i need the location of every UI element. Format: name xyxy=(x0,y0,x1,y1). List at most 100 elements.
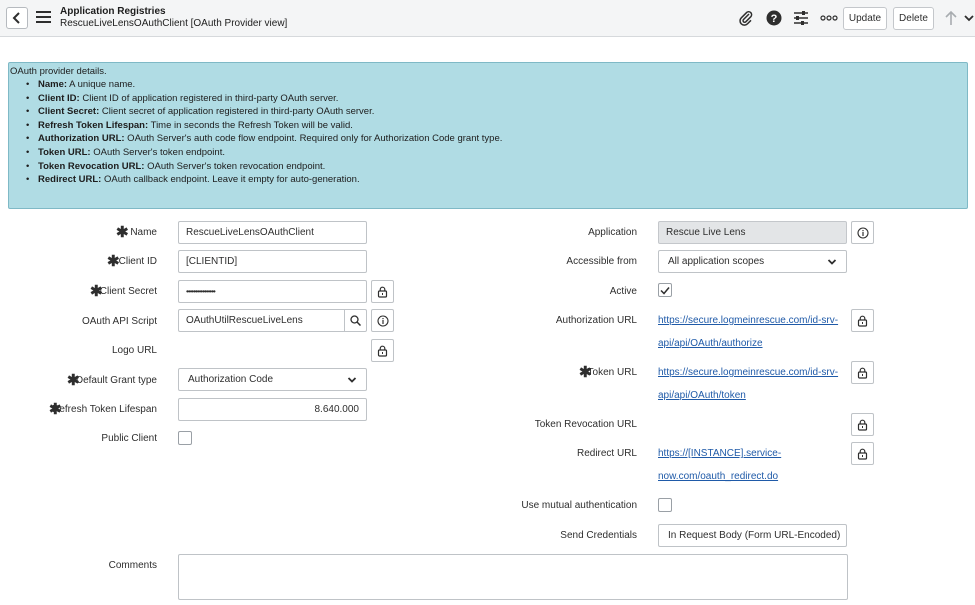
info-term: Token URL: xyxy=(38,146,91,158)
list-item: Refresh Token Lifespan: Time in seconds … xyxy=(25,119,967,133)
public-client-label: Public Client xyxy=(101,433,157,444)
chevron-down-icon xyxy=(347,376,357,383)
info-desc: OAuth callback endpoint. Leave it empty … xyxy=(101,174,360,186)
lock-icon xyxy=(377,345,388,357)
logo-url-label: Logo URL xyxy=(111,345,157,356)
lock-icon xyxy=(857,419,868,431)
info-list: Name: A unique name. Client ID: Client I… xyxy=(9,78,967,187)
form-header: Application Registries RescueLiveLensOAu… xyxy=(0,0,975,37)
public-client-checkbox[interactable] xyxy=(178,431,192,445)
refresh-token-lifespan-label: Refresh Token Lifespan xyxy=(52,404,157,415)
page-subtitle: RescueLiveLensOAuthClient [OAuth Provide… xyxy=(60,18,288,29)
chevron-left-icon xyxy=(12,12,20,24)
info-term: Client ID: xyxy=(38,92,80,104)
info-icon xyxy=(856,226,869,239)
select-value: In Request Body (Form URL-Encoded) xyxy=(668,530,841,541)
info-message: OAuth provider details. Name: A unique n… xyxy=(8,62,968,209)
chevron-down-icon xyxy=(827,258,837,265)
comments-textarea[interactable] xyxy=(178,554,848,600)
search-icon xyxy=(350,315,361,326)
redirect-url-link-line2[interactable]: now.com/oauth_redirect.do xyxy=(658,465,778,488)
required-indicator: ✱ xyxy=(116,224,129,241)
name-label: Name xyxy=(130,227,157,238)
info-desc: OAuth Server's auth code flow endpoint. … xyxy=(124,133,503,145)
info-desc: Client secret of application registered … xyxy=(99,106,375,118)
token-url-link-line2[interactable]: api/api/OAuth/token xyxy=(658,384,746,407)
default-grant-type-select[interactable]: Authorization Code xyxy=(178,368,367,391)
logo-url-lock-button[interactable] xyxy=(371,339,394,362)
token-revocation-url-label: Token Revocation URL xyxy=(534,419,637,430)
accessible-from-label: Accessible from xyxy=(566,256,637,267)
application-label: Application xyxy=(588,227,637,238)
authorization-url-link-line2[interactable]: api/api/OAuth/authorize xyxy=(658,332,763,355)
lock-icon xyxy=(857,448,868,460)
more-icon[interactable] xyxy=(820,10,838,26)
oauth-api-script-info-button[interactable] xyxy=(371,309,394,332)
accessible-from-select[interactable]: All application scopes xyxy=(658,250,847,273)
active-checkbox[interactable] xyxy=(658,283,672,297)
back-button[interactable] xyxy=(6,7,28,29)
application-input: Rescue Live Lens xyxy=(658,221,847,244)
client-id-label: Client ID xyxy=(118,256,157,267)
paperclip-icon[interactable] xyxy=(738,10,754,26)
lock-icon xyxy=(857,315,868,327)
info-intro: OAuth provider details. xyxy=(10,66,107,77)
redirect-url-link-line1[interactable]: https://[INSTANCE].service- xyxy=(658,442,781,465)
list-item: Token Revocation URL: OAuth Server's tok… xyxy=(25,160,967,174)
lock-icon xyxy=(857,367,868,379)
info-desc: OAuth Server's token revocation endpoint… xyxy=(144,160,326,172)
client-id-input[interactable]: [CLIENTID] xyxy=(178,250,367,273)
client-secret-label: Client Secret xyxy=(99,286,157,297)
list-item: Client Secret: Client secret of applicat… xyxy=(25,105,967,119)
authorization-url-link-line1[interactable]: https://secure.logmeinrescue.com/id-srv- xyxy=(658,309,838,332)
token-url-lock-button[interactable] xyxy=(851,361,874,384)
info-desc: OAuth Server's token endpoint. xyxy=(90,146,225,158)
oauth-api-script-input[interactable]: OAuthUtilRescueLiveLens xyxy=(178,309,345,332)
list-item: Redirect URL: OAuth callback endpoint. L… xyxy=(25,173,967,187)
arrow-up-icon[interactable] xyxy=(943,10,959,26)
lock-icon xyxy=(377,286,388,298)
redirect-url-label: Redirect URL xyxy=(576,448,637,459)
info-term: Client Secret: xyxy=(38,106,100,118)
select-value: All application scopes xyxy=(668,256,765,267)
info-term: Redirect URL: xyxy=(38,174,102,186)
token-url-link-line1[interactable]: https://secure.logmeinrescue.com/id-srv- xyxy=(658,361,838,384)
token-url-label: Token URL xyxy=(587,367,637,378)
send-credentials-label: Send Credentials xyxy=(560,530,637,541)
client-secret-input[interactable]: •••••••••••••••• xyxy=(178,280,367,303)
active-label: Active xyxy=(609,286,637,297)
form-title: Application Registries RescueLiveLensOAu… xyxy=(60,6,287,30)
question-icon[interactable]: ? xyxy=(766,10,782,26)
list-item: Name: A unique name. xyxy=(25,78,967,92)
chevron-down-icon[interactable] xyxy=(962,10,975,26)
comments-label: Comments xyxy=(108,560,157,571)
oauth-api-script-label: OAuth API Script xyxy=(81,316,157,327)
info-desc: A unique name. xyxy=(67,79,136,90)
token-revocation-url-lock-button[interactable] xyxy=(851,413,874,436)
page-title: Application Registries xyxy=(60,6,166,17)
info-desc: Time in seconds the Refresh Token will b… xyxy=(148,119,353,131)
svg-text:?: ? xyxy=(771,13,778,25)
select-value: Authorization Code xyxy=(188,374,274,385)
info-term: Token Revocation URL: xyxy=(38,160,145,172)
default-grant-type-label: Default Grant type xyxy=(75,375,157,386)
application-info-button[interactable] xyxy=(851,221,874,244)
info-term: Refresh Token Lifespan: xyxy=(38,119,149,131)
hamburger-icon[interactable] xyxy=(36,11,51,23)
sliders-icon[interactable] xyxy=(793,10,809,26)
info-desc: Client ID of application registered in t… xyxy=(79,92,339,104)
client-secret-lock-button[interactable] xyxy=(371,280,394,303)
mutual-auth-label: Use mutual authentication xyxy=(521,500,637,511)
authorization-url-lock-button[interactable] xyxy=(851,309,874,332)
update-button[interactable]: Update xyxy=(843,7,887,30)
mutual-auth-checkbox[interactable] xyxy=(658,498,672,512)
info-term: Authorization URL: xyxy=(38,133,125,145)
list-item: Token URL: OAuth Server's token endpoint… xyxy=(25,146,967,160)
redirect-url-lock-button[interactable] xyxy=(851,442,874,465)
name-input[interactable]: RescueLiveLensOAuthClient xyxy=(178,221,367,244)
authorization-url-label: Authorization URL xyxy=(555,315,637,326)
oauth-api-script-lookup-button[interactable] xyxy=(344,309,367,332)
refresh-token-lifespan-input[interactable]: 8.640.000 xyxy=(178,398,367,421)
delete-button[interactable]: Delete xyxy=(893,7,934,30)
send-credentials-select[interactable]: In Request Body (Form URL-Encoded) xyxy=(658,524,847,547)
